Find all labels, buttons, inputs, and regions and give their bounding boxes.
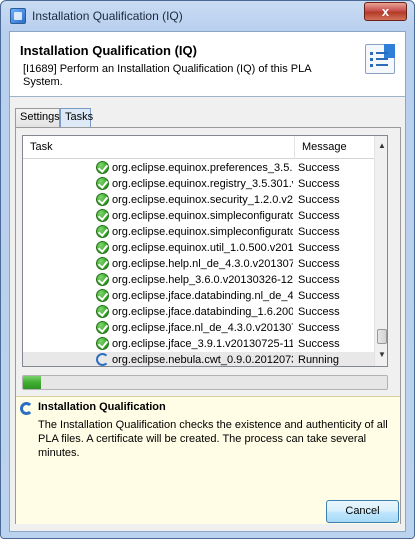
task-table: Task Message org.eclipse.equinox.prefere… xyxy=(22,135,388,367)
column-header-message[interactable]: Message xyxy=(295,136,374,159)
scroll-down-icon[interactable]: ▼ xyxy=(375,348,387,362)
scroll-thumb[interactable] xyxy=(377,329,387,344)
table-row[interactable]: org.eclipse.equinox.simpleconfigurator.r… xyxy=(23,208,374,224)
success-check-icon xyxy=(96,257,109,270)
table-row[interactable]: org.eclipse.nebula.cwt_0.9.0.2012073113 R… xyxy=(23,352,374,366)
task-name: org.eclipse.help.nl_de_4.3.0.v2013072404 xyxy=(112,258,293,270)
tab-tasks[interactable]: Tasks xyxy=(60,108,93,127)
dialog-window: Installation Qualification (IQ) x Instal… xyxy=(0,0,415,539)
app-icon xyxy=(10,8,26,24)
table-row[interactable]: org.eclipse.help.nl_de_4.3.0.v2013072404… xyxy=(23,256,374,272)
success-check-icon xyxy=(96,305,109,318)
table-row[interactable]: org.eclipse.equinox.preferences_3.5.100.… xyxy=(23,160,374,176)
table-row[interactable]: org.eclipse.jface.databinding_1.6.200.v2… xyxy=(23,304,374,320)
checklist-icon xyxy=(365,44,395,74)
table-row[interactable]: org.eclipse.equinox.simpleconfigurator_1… xyxy=(23,224,374,240)
page-title: Installation Qualification (IQ) xyxy=(20,43,197,58)
task-name: org.eclipse.help_3.6.0.v20130326-1254.ja… xyxy=(112,274,293,286)
success-check-icon xyxy=(96,161,109,174)
running-icon xyxy=(20,402,33,415)
task-message: Success xyxy=(298,306,340,318)
success-check-icon xyxy=(96,209,109,222)
vertical-scrollbar[interactable]: ▲ ▼ xyxy=(374,136,387,366)
task-message: Success xyxy=(298,274,340,286)
task-name: org.eclipse.jface.nl_de_4.3.0.v201307240… xyxy=(112,322,293,334)
table-row[interactable]: org.eclipse.jface_3.9.1.v20130725-1141.j… xyxy=(23,336,374,352)
task-name: org.eclipse.equinox.security_1.2.0.v2013… xyxy=(112,194,293,206)
task-message: Success xyxy=(298,226,340,238)
table-row[interactable]: org.eclipse.jface.nl_de_4.3.0.v201307240… xyxy=(23,320,374,336)
table-row[interactable]: org.eclipse.equinox.registry_3.5.301.v20… xyxy=(23,176,374,192)
table-row[interactable]: org.eclipse.equinox.security_1.2.0.v2013… xyxy=(23,192,374,208)
info-title: Installation Qualification xyxy=(38,401,166,413)
success-check-icon xyxy=(96,337,109,350)
task-message: Success xyxy=(298,322,340,334)
cancel-button[interactable]: Cancel xyxy=(326,500,399,523)
task-name: org.eclipse.jface.databinding.nl_de_4.3.… xyxy=(112,290,293,302)
task-message: Success xyxy=(298,290,340,302)
success-check-icon xyxy=(96,177,109,190)
info-text: The Installation Qualification checks th… xyxy=(38,419,388,459)
task-name: org.eclipse.equinox.util_1.0.500.v201304… xyxy=(112,242,293,254)
task-message: Success xyxy=(298,210,340,222)
task-message: Success xyxy=(298,162,340,174)
dialog-client: Installation Qualification (IQ) [I1689] … xyxy=(9,31,406,532)
success-check-icon xyxy=(96,321,109,334)
task-name: org.eclipse.jface.databinding_1.6.200.v2… xyxy=(112,306,293,318)
success-check-icon xyxy=(96,241,109,254)
success-check-icon xyxy=(96,289,109,302)
task-message: Success xyxy=(298,178,340,190)
tasks-tab-body: Task Message org.eclipse.equinox.prefere… xyxy=(15,127,401,524)
window-title: Installation Qualification (IQ) xyxy=(32,9,183,23)
task-name: org.eclipse.equinox.simpleconfigurator.r xyxy=(112,210,293,222)
task-name: org.eclipse.equinox.registry_3.5.301.v20… xyxy=(112,178,293,190)
progress-bar xyxy=(22,375,388,390)
close-button[interactable]: x xyxy=(364,2,407,21)
column-header-task[interactable]: Task xyxy=(23,136,295,159)
table-row[interactable]: org.eclipse.jface.databinding.nl_de_4.3.… xyxy=(23,288,374,304)
task-message: Running xyxy=(298,354,339,366)
success-check-icon xyxy=(96,225,109,238)
task-message: Success xyxy=(298,258,340,270)
task-name: org.eclipse.nebula.cwt_0.9.0.2012073113 xyxy=(112,354,293,366)
title-bar[interactable]: Installation Qualification (IQ) x xyxy=(1,1,414,31)
table-header: Task Message xyxy=(23,136,374,159)
scroll-up-icon[interactable]: ▲ xyxy=(375,139,387,153)
task-name: org.eclipse.equinox.simpleconfigurator_1 xyxy=(112,226,293,238)
progress-fill xyxy=(23,376,42,389)
task-message: Success xyxy=(298,242,340,254)
page-description: [I1689] Perform an Installation Qualific… xyxy=(23,63,311,88)
task-message: Success xyxy=(298,338,340,350)
tab-settings[interactable]: Settings xyxy=(15,108,60,127)
running-icon xyxy=(96,353,109,366)
task-name: org.eclipse.equinox.preferences_3.5.100.… xyxy=(112,162,293,174)
task-name: org.eclipse.jface_3.9.1.v20130725-1141.j… xyxy=(112,338,293,350)
header: Installation Qualification (IQ) [I1689] … xyxy=(10,32,405,94)
success-check-icon xyxy=(96,273,109,286)
table-row[interactable]: org.eclipse.equinox.util_1.0.500.v201304… xyxy=(23,240,374,256)
success-check-icon xyxy=(96,193,109,206)
table-row[interactable]: org.eclipse.help_3.6.0.v20130326-1254.ja… xyxy=(23,272,374,288)
task-message: Success xyxy=(298,194,340,206)
